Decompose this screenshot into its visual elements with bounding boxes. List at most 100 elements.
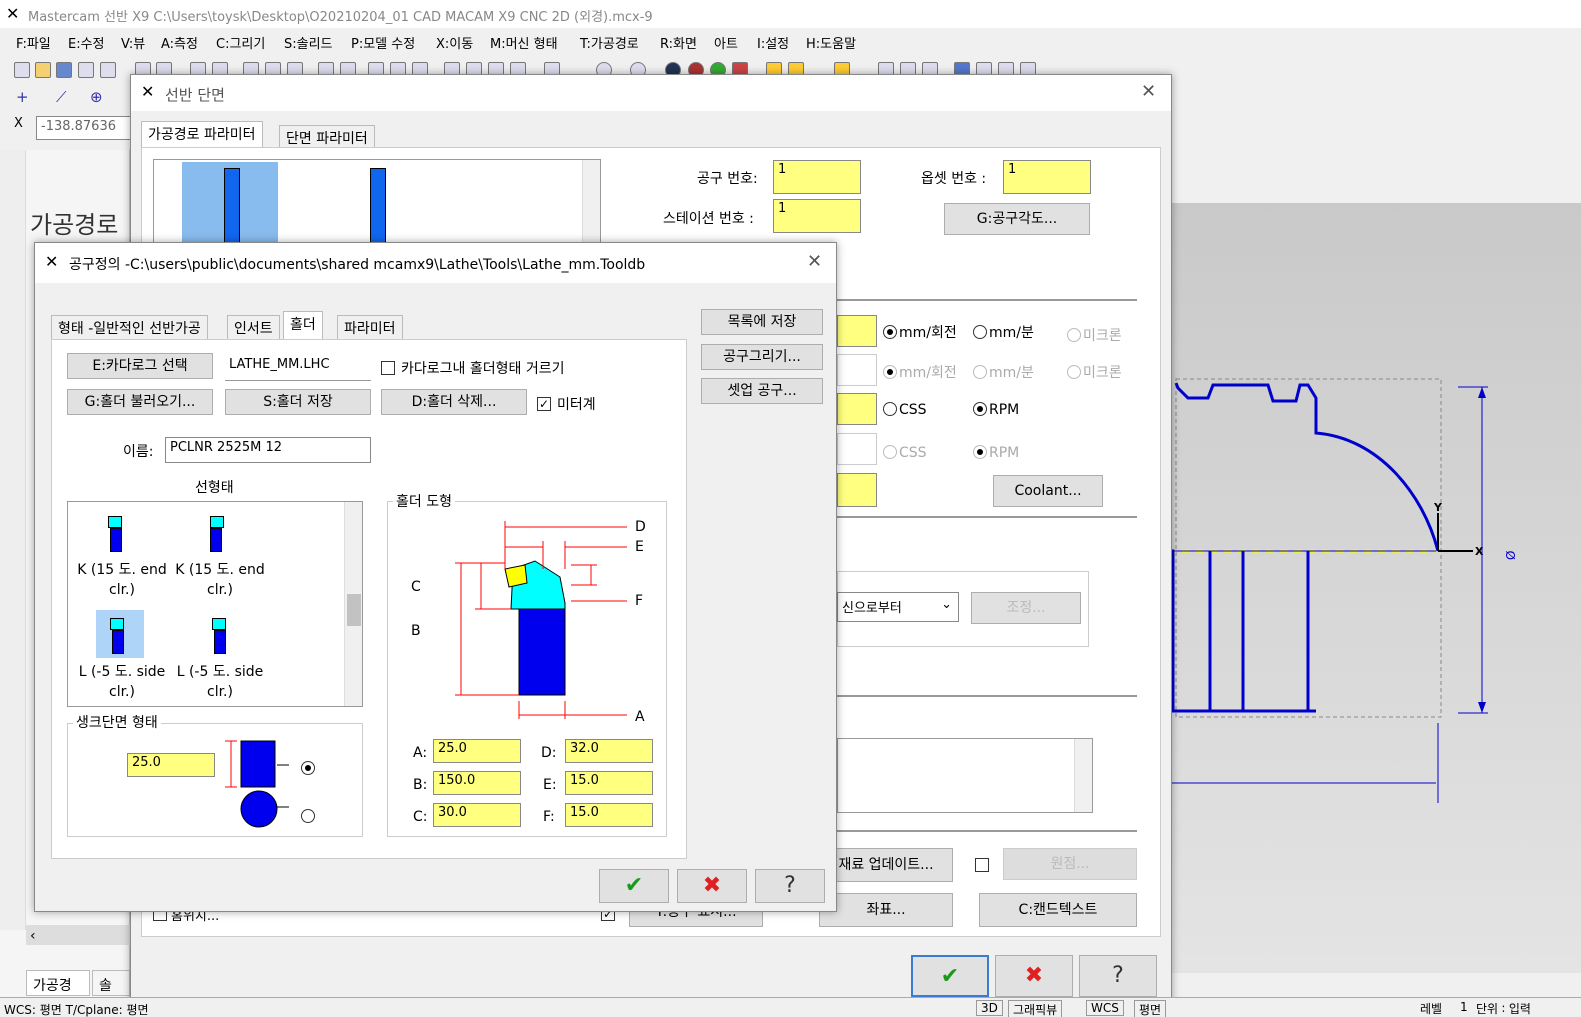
filter-holder-checkbox[interactable] (381, 361, 395, 375)
tab-type[interactable]: 형태 -일반적인 선반가공 (51, 315, 208, 339)
holder-type-item-selected[interactable]: L (-5 도. side clr.) (74, 662, 170, 702)
coord-x-input[interactable]: -138.87636 (36, 116, 136, 140)
tool-def-help-button[interactable]: ? (755, 869, 825, 903)
menu-screen[interactable]: R:화면 (660, 33, 697, 52)
comment-box[interactable] (837, 738, 1093, 813)
scroll-left-icon[interactable]: ‹ (30, 928, 36, 944)
menu-solids[interactable]: S:솔리드 (284, 33, 333, 52)
draw-tool-button[interactable]: 공구그리기... (701, 344, 823, 370)
status-graphics-view[interactable]: 그래픽뷰 (1008, 1000, 1063, 1017)
delete-holder-button[interactable]: D:홀더 삭제... (381, 389, 527, 415)
metric-checkbox[interactable]: ✓ (537, 397, 551, 411)
menu-machine[interactable]: M:머신 형태 (490, 33, 558, 52)
menu-toolpaths[interactable]: T:가공경로 (580, 33, 639, 52)
dim-f-input[interactable]: 15.0 (565, 803, 653, 827)
preview-icon[interactable] (100, 62, 116, 78)
menu-settings[interactable]: I:설정 (757, 33, 789, 52)
menu-model-edit[interactable]: P:모델 수정 (351, 33, 415, 52)
spindle-speed-input[interactable] (837, 393, 877, 425)
menu-art[interactable]: 아트 (714, 33, 738, 52)
stock-update-button[interactable]: 재료 업데이트... (819, 848, 953, 882)
tool-list[interactable] (153, 159, 601, 250)
speed-rpm[interactable]: RPM (973, 402, 1019, 418)
offset-number-input[interactable]: 1 (1003, 160, 1091, 194)
menu-file[interactable]: F:파일 (16, 33, 51, 52)
menu-view[interactable]: V:뷰 (121, 33, 145, 52)
app-titlebar: ✕ Mastercam 선반 X9 C:\Users\toysk\Desktop… (0, 0, 1581, 28)
speed-css[interactable]: CSS (883, 402, 927, 418)
close-icon[interactable]: ✕ (807, 251, 822, 272)
comment-scrollbar[interactable] (1074, 739, 1092, 812)
shank-square-radio[interactable] (301, 761, 317, 777)
holder-type-item[interactable]: L (-5 도. side clr.) (172, 662, 268, 702)
dim-b-input[interactable]: 150.0 (433, 771, 521, 795)
shank-round-radio[interactable] (301, 809, 317, 825)
ok-button[interactable]: ✔ (911, 955, 989, 997)
dim-d-input[interactable]: 32.0 (565, 739, 653, 763)
holder-name-input[interactable]: PCLNR 2525M 12 (165, 437, 371, 463)
adjust-button: 조정... (971, 592, 1081, 624)
status-wcs: WCS: 평면 T/Cplane: 평면 (4, 1003, 149, 1017)
status-3d[interactable]: 3D (976, 1000, 1003, 1016)
print-icon[interactable] (78, 62, 94, 78)
save-holder-button[interactable]: S:홀더 저장 (225, 389, 371, 415)
left-panel-hscroll[interactable] (26, 925, 130, 945)
canned-text-button[interactable]: C:캔드텍스트 (979, 893, 1137, 927)
tab-parameters[interactable]: 파라미터 (337, 315, 403, 339)
status-level-value[interactable]: 1 (1460, 1000, 1468, 1014)
tool-def-ok-button[interactable]: ✔ (599, 869, 669, 903)
graphics-viewport[interactable]: X Y Ø (1168, 203, 1581, 973)
scroll-thumb[interactable] (347, 594, 361, 626)
tab-toolpaths[interactable]: 가공경로 (26, 970, 90, 1014)
setup-tool-button[interactable]: 셋업 공구... (701, 378, 823, 404)
save-icon[interactable] (56, 62, 72, 78)
new-file-icon[interactable] (14, 62, 30, 78)
coordinates-button[interactable]: 좌표... (819, 893, 953, 927)
close-icon[interactable]: ✕ (1141, 81, 1156, 102)
help-button[interactable]: ? (1079, 955, 1157, 997)
save-to-list-button[interactable]: 목록에 저장 (701, 309, 823, 335)
menu-draw[interactable]: C:그리기 (216, 33, 265, 52)
home-from-dropdown[interactable]: 신으로부터 ⌄ (837, 592, 959, 622)
menu-help[interactable]: H:도움말 (806, 33, 856, 52)
status-wcs-button[interactable]: WCS (1086, 1000, 1124, 1016)
menu-xform[interactable]: X:이동 (436, 33, 473, 52)
dim-c-input[interactable]: 30.0 (433, 803, 521, 827)
plus-icon[interactable]: + (16, 88, 29, 106)
open-file-icon[interactable] (35, 62, 51, 78)
tab-solids[interactable]: 솔리 (92, 970, 130, 996)
lathe-face-titlebar: ✕ 선반 단면 ✕ (131, 75, 1171, 111)
dim-e-input[interactable]: 15.0 (565, 771, 653, 795)
cancel-button[interactable]: ✖ (995, 955, 1073, 997)
menu-measure[interactable]: A:측정 (161, 33, 198, 52)
holder-type-list[interactable]: K (15 도. end clr.) K (15 도. end clr.) L … (67, 501, 363, 707)
tab-face-params[interactable]: 단면 파라미터 (279, 125, 375, 147)
tab-insert[interactable]: 인서트 (227, 315, 280, 339)
circle-tool-icon[interactable]: ⊕ (90, 88, 103, 106)
tool-def-cancel-button[interactable]: ✖ (677, 869, 747, 903)
line-tool-icon[interactable]: ⟋ (56, 88, 67, 106)
catalog-select-button[interactable]: E:카다로그 선택 (67, 353, 213, 379)
menu-edit[interactable]: E:수정 (68, 33, 105, 52)
feed-unit-mmrev[interactable]: mm/회전 (883, 322, 957, 342)
holder-list-scrollbar[interactable] (344, 502, 362, 706)
shank-size-input[interactable]: 25.0 (127, 753, 215, 777)
tab-toolpath-params[interactable]: 가공경로 파라미터 (141, 121, 263, 147)
status-plane-button[interactable]: 평면 (1134, 1000, 1167, 1017)
max-speed-input (837, 433, 877, 465)
holder-type-item[interactable]: K (15 도. end clr.) (74, 560, 170, 600)
feed-unit-mmmin[interactable]: mm/분 (973, 322, 1034, 342)
dim-a-input[interactable]: 25.0 (433, 739, 521, 763)
coolant-button[interactable]: Coolant... (993, 475, 1103, 507)
tab-holder[interactable]: 홀더 (283, 311, 323, 339)
tool-angle-button[interactable]: G:공구각도... (944, 203, 1090, 235)
load-holder-button[interactable]: G:홀더 불러오기... (67, 389, 213, 415)
holder-type-item[interactable]: K (15 도. end clr.) (172, 560, 268, 600)
tool-number-input[interactable]: 1 (773, 160, 861, 194)
max-rpm-input[interactable] (837, 473, 877, 507)
stock-update-checkbox[interactable] (975, 858, 989, 872)
tool-list-scrollbar[interactable] (582, 160, 600, 248)
station-number-input[interactable]: 1 (773, 199, 861, 233)
catalog-name-field[interactable]: LATHE_MM.LHC (225, 355, 371, 381)
feed-rate-input[interactable] (837, 315, 877, 347)
